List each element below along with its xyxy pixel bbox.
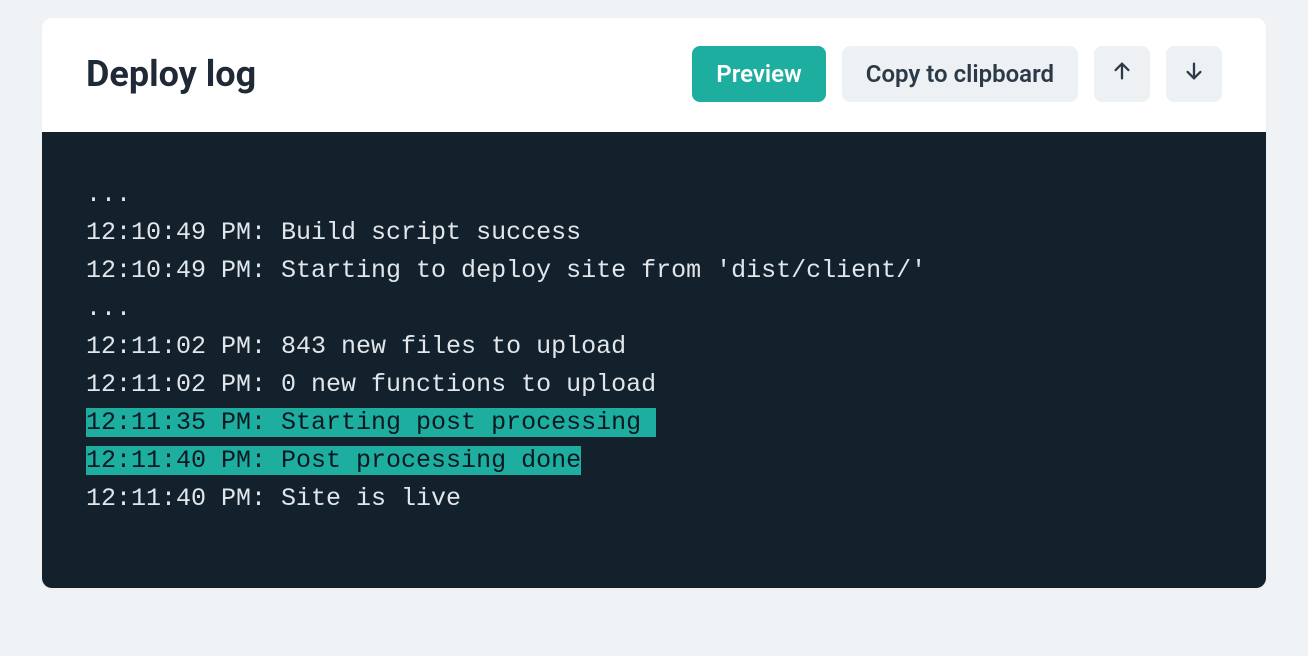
scroll-up-button[interactable] (1094, 46, 1150, 102)
log-line: 12:11:02 PM: 843 new files to upload (86, 328, 1222, 366)
log-line-highlight: 12:11:35 PM: Starting post processing (86, 408, 656, 437)
log-output: ...12:10:49 PM: Build script success12:1… (42, 132, 1266, 588)
log-line: 12:11:02 PM: 0 new functions to upload (86, 366, 1222, 404)
log-line: 12:10:49 PM: Starting to deploy site fro… (86, 252, 1222, 290)
header-actions: Preview Copy to clipboard (692, 46, 1222, 102)
page-title: Deploy log (86, 53, 692, 95)
arrow-up-icon (1111, 60, 1133, 88)
log-line-highlight: 12:11:40 PM: Post processing done (86, 446, 581, 475)
log-line: 12:11:40 PM: Site is live (86, 480, 1222, 518)
copy-to-clipboard-button[interactable]: Copy to clipboard (842, 46, 1078, 102)
log-line: 12:10:49 PM: Build script success (86, 214, 1222, 252)
deploy-log-card: Deploy log Preview Copy to clipboard ...… (42, 18, 1266, 588)
log-line: ... (86, 290, 1222, 328)
log-line: ... (86, 176, 1222, 214)
log-line: 12:11:35 PM: Starting post processing (86, 404, 1222, 442)
scroll-down-button[interactable] (1166, 46, 1222, 102)
log-line: 12:11:40 PM: Post processing done (86, 442, 1222, 480)
preview-button[interactable]: Preview (692, 46, 825, 102)
deploy-log-header: Deploy log Preview Copy to clipboard (42, 18, 1266, 132)
arrow-down-icon (1183, 60, 1205, 88)
